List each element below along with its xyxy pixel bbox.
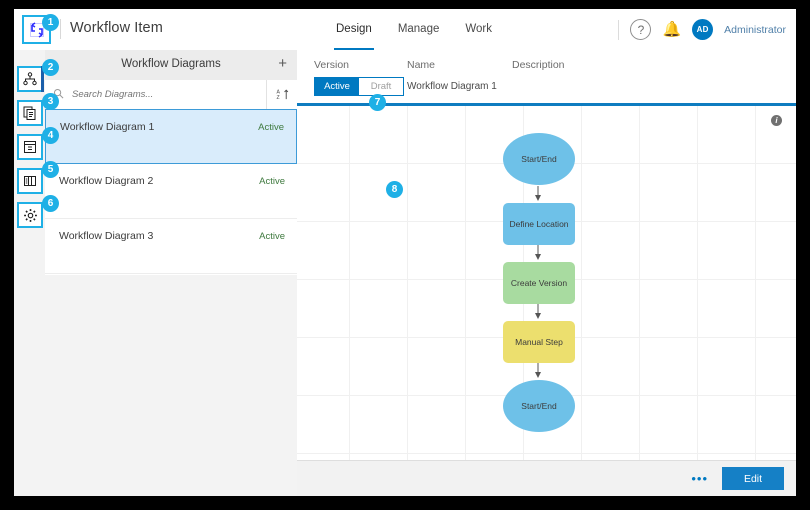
detail-footer: ••• Edit (297, 460, 796, 496)
tab-work[interactable]: Work (463, 9, 494, 50)
callout-4: 4 (42, 127, 59, 144)
status-badge: Active (259, 176, 285, 187)
column-header-version: Version (314, 59, 350, 71)
icon-rail (14, 50, 46, 496)
diagram-node-manual-step[interactable]: Manual Step (503, 321, 575, 363)
app-window: Workflow Item Design Manage Work ? 🔔 AD … (14, 9, 796, 496)
callout-6: 6 (42, 195, 59, 212)
version-toggle: Active Draft (314, 77, 404, 96)
svg-text:Z: Z (276, 95, 279, 101)
header-actions: ? 🔔 AD Administrator (618, 9, 786, 50)
callout-7: 7 (369, 94, 386, 111)
column-header-name: Name (407, 59, 436, 71)
status-badge: Active (258, 122, 284, 133)
callout-2: 2 (42, 59, 59, 76)
toggle-draft[interactable]: Draft (359, 78, 403, 95)
list-title: Workflow Diagrams (121, 58, 221, 70)
diagram-list: Workflow Diagram 1 Active Workflow Diagr… (45, 109, 297, 275)
column-header-description: Description (512, 59, 565, 71)
diagram-node-define-location[interactable]: Define Location (503, 203, 575, 245)
question-circle-icon[interactable]: ? (630, 19, 652, 40)
header-divider (618, 19, 620, 40)
callout-8: 8 (386, 181, 403, 198)
title-divider (60, 19, 61, 39)
user-name-label[interactable]: Administrator (724, 24, 786, 36)
callout-5: 5 (42, 161, 59, 178)
main-nav: Design Manage Work (334, 9, 494, 50)
list-item[interactable]: Workflow Diagram 2 Active (45, 164, 297, 219)
sidebar-item-archive[interactable] (17, 134, 43, 160)
diagram-node-start[interactable]: Start/End (503, 133, 575, 185)
tab-design[interactable]: Design (334, 9, 374, 50)
bell-icon[interactable]: 🔔 (662, 22, 681, 37)
callout-3: 3 (42, 93, 59, 110)
sidebar-item-diagrams[interactable] (17, 66, 44, 92)
diagram-canvas[interactable]: i Start/End Define Location Create Versi… (297, 106, 796, 461)
diagram-list-panel: Workflow Diagrams + A Z Workflow (45, 50, 298, 496)
page-title: Workflow Item (70, 20, 163, 36)
status-badge: Active (259, 231, 285, 242)
add-diagram-button[interactable]: + (278, 56, 287, 71)
callout-1: 1 (42, 14, 59, 31)
list-header: Workflow Diagrams + (45, 50, 297, 81)
diagram-name: Workflow Diagram 3 (59, 230, 154, 242)
diagram-name: Workflow Diagram 2 (59, 175, 154, 187)
search-row: A Z (45, 80, 297, 110)
detail-panel: Version Name Description Active Draft Wo… (297, 50, 796, 496)
diagram-name-value: Workflow Diagram 1 (407, 81, 497, 92)
tab-manage[interactable]: Manage (396, 9, 442, 50)
more-options-button[interactable]: ••• (691, 472, 708, 485)
avatar[interactable]: AD (692, 19, 714, 40)
search-input[interactable] (70, 88, 266, 101)
list-item[interactable]: Workflow Diagram 3 Active (45, 219, 297, 274)
list-item[interactable]: Workflow Diagram 1 Active (45, 109, 297, 164)
sidebar-item-table[interactable] (17, 168, 43, 194)
sidebar-item-settings[interactable] (17, 202, 43, 228)
sort-alpha-ascending-icon[interactable]: A Z (266, 80, 297, 109)
app-header: Workflow Item Design Manage Work ? 🔔 AD … (14, 9, 796, 51)
sidebar-item-copy[interactable] (17, 100, 43, 126)
toggle-active[interactable]: Active (315, 78, 359, 95)
diagram-node-create-version[interactable]: Create Version (503, 262, 575, 304)
edit-button[interactable]: Edit (722, 467, 784, 490)
diagram-name: Workflow Diagram 1 (60, 121, 155, 133)
diagram-node-end[interactable]: Start/End (503, 380, 575, 432)
